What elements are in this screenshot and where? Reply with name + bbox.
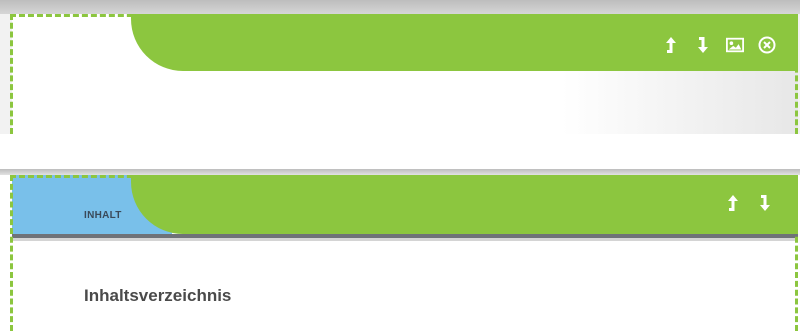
panel-gap <box>0 134 800 169</box>
arrow-down-icon[interactable] <box>694 36 712 54</box>
close-circle-icon[interactable] <box>758 36 776 54</box>
selection-border-left <box>10 175 13 331</box>
header-separator-shadow <box>12 238 798 241</box>
module-toolbar <box>724 194 774 212</box>
bottom-module-panel: INHALT Inhaltsverzeichnis <box>0 169 800 331</box>
selection-border-right <box>795 14 798 134</box>
selection-border-top <box>10 175 798 178</box>
arrow-down-icon[interactable] <box>756 194 774 212</box>
module-toolbar <box>662 36 776 54</box>
module-header-band <box>131 175 798 234</box>
top-module-panel <box>0 0 800 134</box>
arrow-up-icon[interactable] <box>724 194 742 212</box>
selection-border-right <box>795 175 798 331</box>
section-title: Inhaltsverzeichnis <box>84 286 232 305</box>
selection-border-left <box>10 14 13 134</box>
top-shadow <box>0 0 800 14</box>
arrow-up-icon[interactable] <box>662 36 680 54</box>
selection-border-top <box>10 14 798 17</box>
image-icon[interactable] <box>726 36 744 54</box>
tab-label-inhalt: INHALT <box>84 210 122 221</box>
